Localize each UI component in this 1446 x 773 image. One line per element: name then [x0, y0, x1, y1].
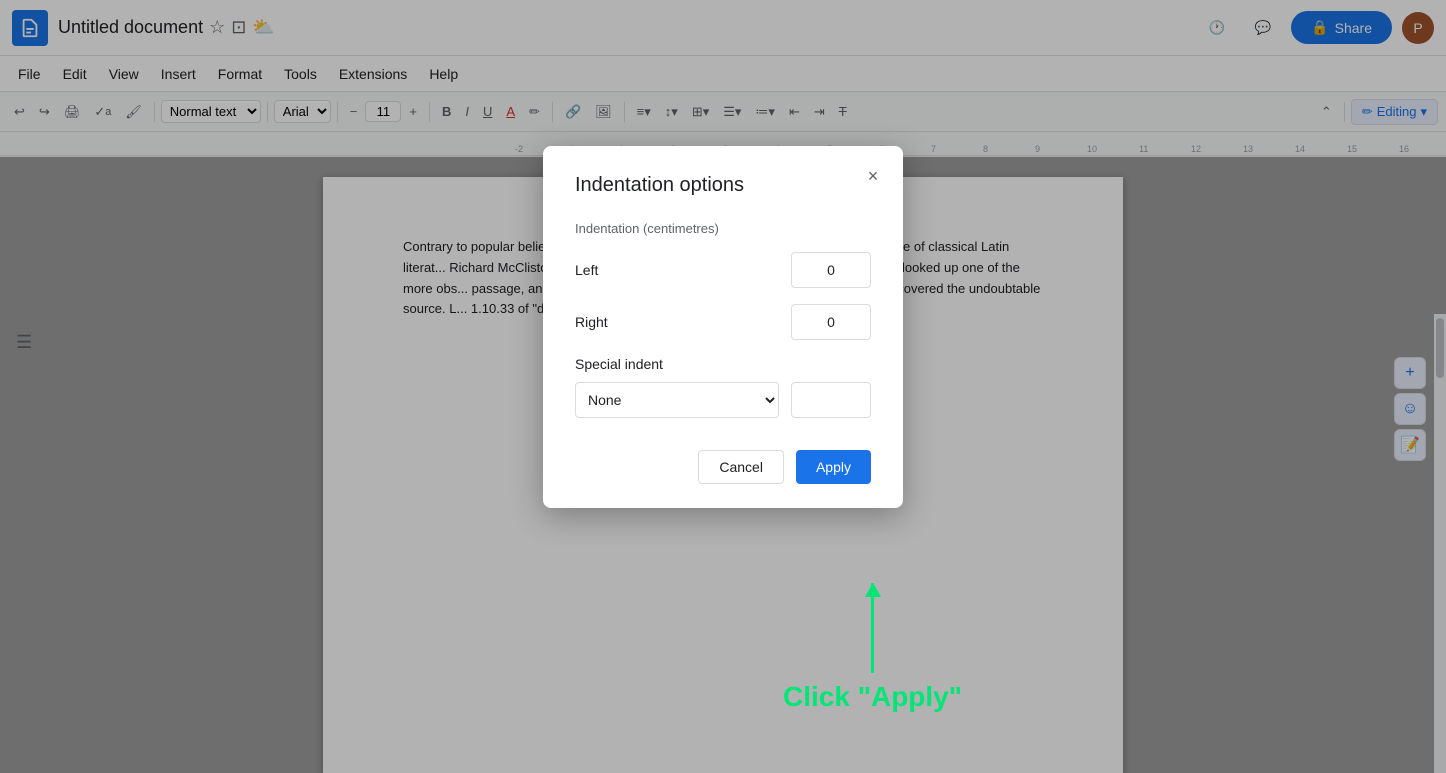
modal-overlay: Indentation options × Indentation (centi… — [0, 0, 1446, 773]
special-indent-value-input[interactable] — [791, 382, 871, 418]
dialog-close-button[interactable]: × — [859, 162, 887, 190]
right-indent-input[interactable] — [791, 304, 871, 340]
special-indent-section: Special indent None First line Hanging — [575, 356, 871, 418]
right-indent-label: Right — [575, 314, 608, 330]
indentation-label-text: Indentation — [575, 221, 639, 236]
annotation-arrow-line — [871, 583, 874, 673]
annotation-arrowhead — [865, 583, 881, 597]
special-indent-row: None First line Hanging — [575, 382, 871, 418]
apply-button[interactable]: Apply — [796, 450, 871, 484]
special-indent-label: Special indent — [575, 356, 871, 372]
indentation-unit: (centimetres) — [643, 221, 719, 236]
annotation-text: Click "Apply" — [783, 681, 962, 713]
left-indent-row: Left — [575, 252, 871, 288]
indentation-label: Indentation (centimetres) — [575, 221, 871, 236]
annotation: Click "Apply" — [783, 583, 962, 713]
indentation-dialog: Indentation options × Indentation (centi… — [543, 146, 903, 508]
left-indent-label: Left — [575, 262, 598, 278]
cancel-button[interactable]: Cancel — [698, 450, 784, 484]
dialog-title: Indentation options — [575, 174, 871, 197]
special-indent-select[interactable]: None First line Hanging — [575, 382, 779, 418]
right-indent-row: Right — [575, 304, 871, 340]
dialog-actions: Cancel Apply — [575, 450, 871, 484]
left-indent-input[interactable] — [791, 252, 871, 288]
